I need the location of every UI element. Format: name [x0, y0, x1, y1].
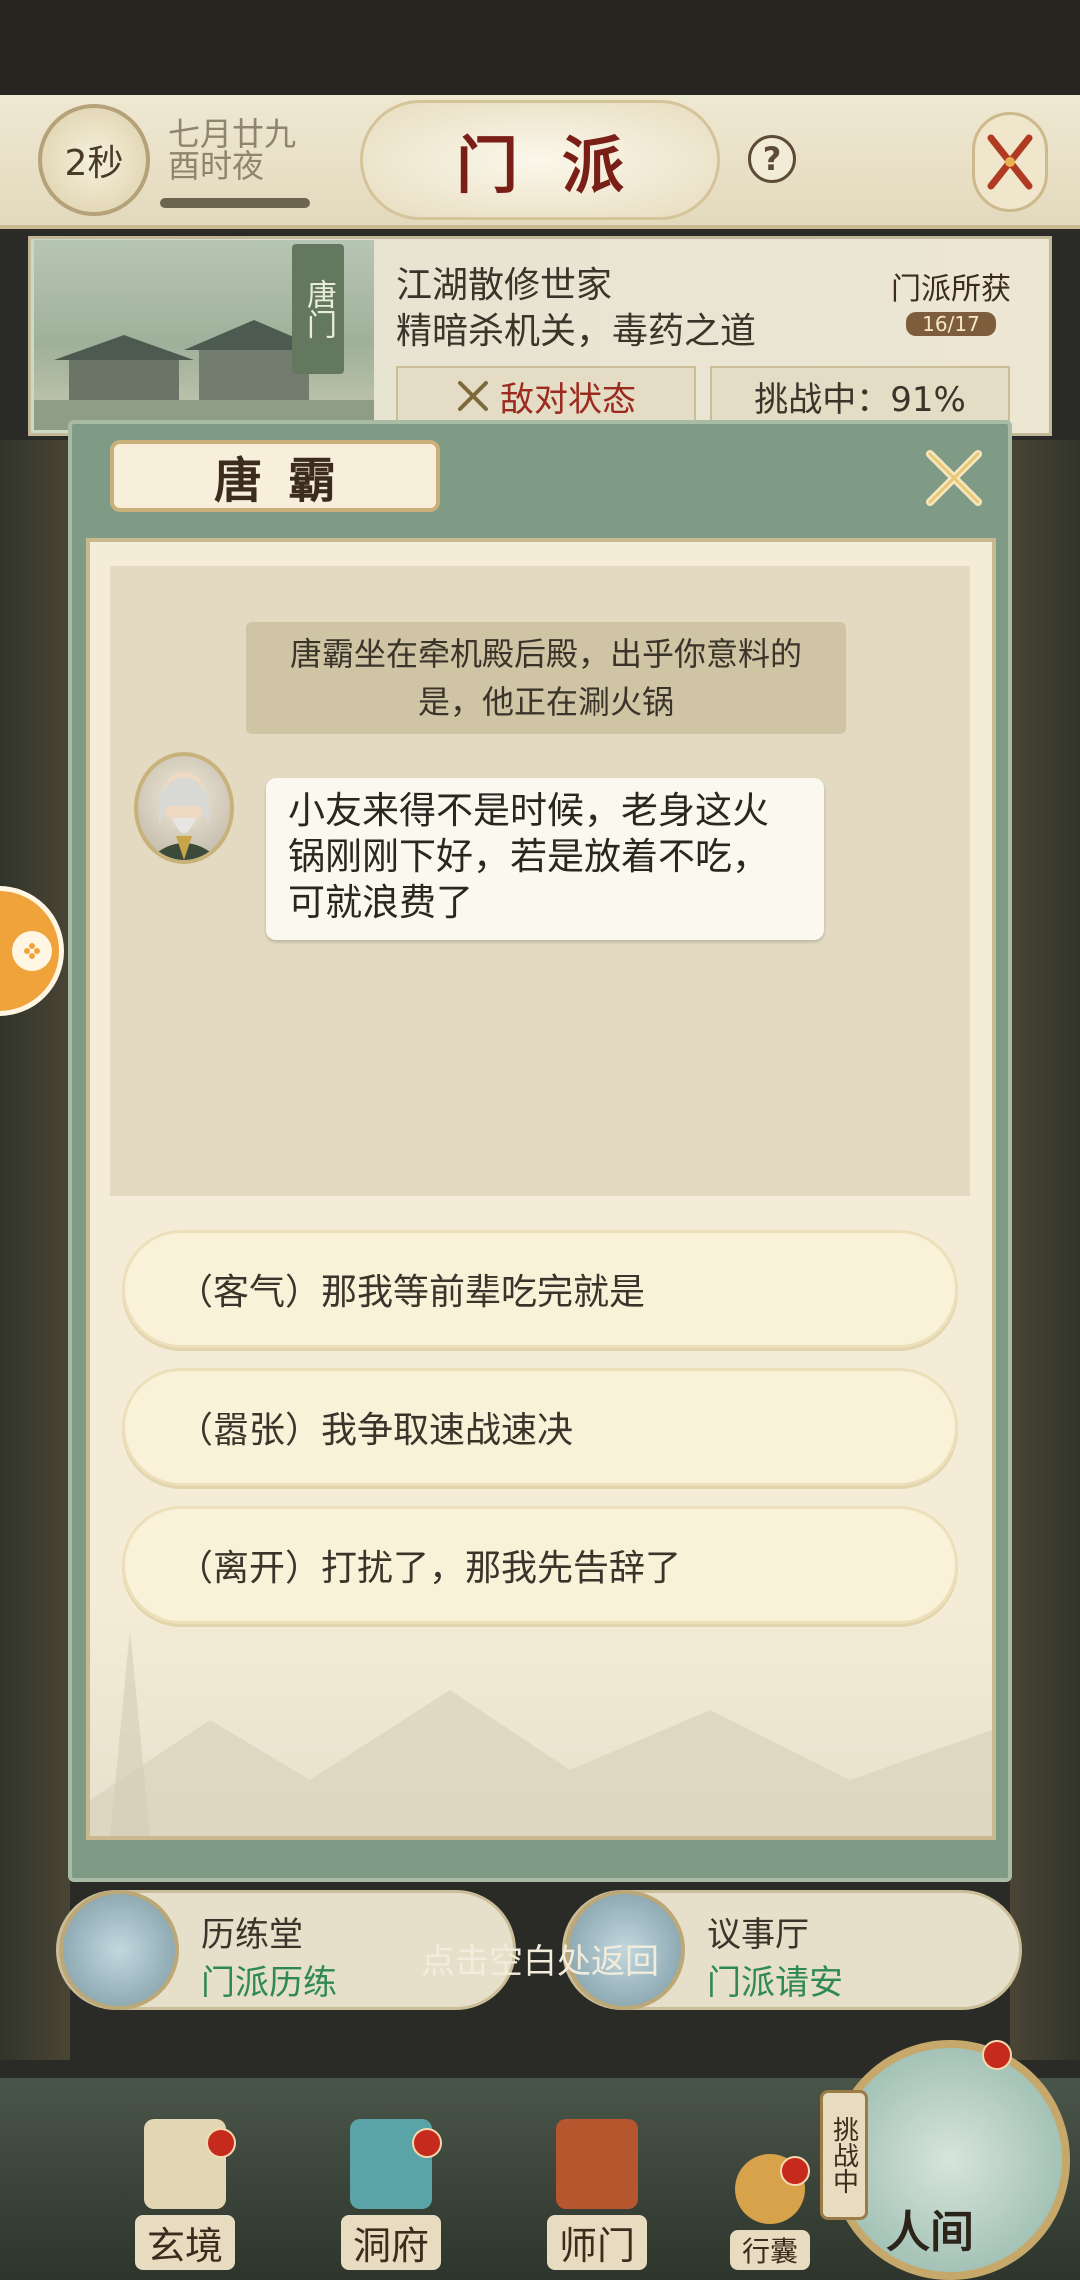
banner-icon	[556, 2119, 638, 2209]
crossed-swords-icon	[987, 134, 1033, 190]
nav-xingnang[interactable]: 行囊	[710, 2100, 830, 2270]
right-scenery-edge	[1010, 440, 1080, 2060]
sect-name-banner: 唐门	[292, 244, 344, 374]
mountains-illustration	[90, 1630, 992, 1836]
notification-dot	[982, 2040, 1012, 2070]
date-line1: 七月廿九	[168, 115, 297, 153]
nav-shimen-label: 师门	[546, 2215, 647, 2270]
date-line2: 酉时夜	[168, 147, 265, 185]
notification-dot	[206, 2128, 236, 2158]
sect-description-line1: 江湖散修世家	[396, 265, 613, 306]
page-title: 门派	[455, 129, 668, 202]
dialog-close-button[interactable]	[914, 438, 994, 518]
reward-label: 门派所获	[891, 272, 1011, 307]
nav-xuanjing[interactable]: 玄境	[110, 2100, 260, 2270]
hostile-status-label: 敌对状态	[500, 379, 636, 420]
challenge-progress-label: 挑战中：91%	[754, 379, 966, 420]
elder-portrait	[148, 772, 220, 860]
crossed-swords-icon	[458, 381, 488, 411]
close-icon	[926, 450, 982, 506]
challenge-progress-tab[interactable]: 挑战中：91%	[710, 366, 1010, 426]
narration-text: 唐霸坐在牵机殿后殿，出乎你意料的是，他正在涮火锅	[246, 622, 846, 734]
sect-reward-badge[interactable]: 门派所获 16/17	[878, 264, 1024, 354]
sect-description-line2: 精暗杀机关，毒药之道	[396, 311, 757, 352]
hostile-status-tab[interactable]: 敌对状态	[396, 366, 696, 426]
nav-shimen[interactable]: 师门	[522, 2100, 672, 2270]
dialog-option-polite[interactable]: （客气）那我等前辈吃完就是	[122, 1230, 958, 1348]
dialog-option-arrogant[interactable]: （嚣张）我争取速战速决	[122, 1368, 958, 1486]
tap-blank-to-return-hint: 点击空白处返回	[421, 1942, 659, 1982]
status-bar	[0, 0, 1080, 95]
time-progress-bar	[160, 198, 310, 208]
timer-badge: 2秒	[38, 104, 150, 216]
npc-name: 唐霸	[213, 453, 362, 509]
npc-speech-bubble: 小友来得不是时候，老身这火锅刚刚下好，若是放着不吃，可就浪费了	[266, 778, 824, 940]
dialog-option-leave[interactable]: （离开）打扰了，那我先告辞了	[122, 1506, 958, 1624]
game-date: 七月廿九 酉时夜	[168, 118, 296, 182]
npc-avatar	[134, 752, 234, 864]
left-scenery-edge	[0, 440, 70, 2060]
header-close-button[interactable]	[972, 112, 1048, 212]
notification-dot	[412, 2128, 442, 2158]
nav-dongfu-label: 洞府	[340, 2215, 441, 2270]
reward-count: 16/17	[906, 312, 996, 336]
nav-xingnang-label: 行囊	[729, 2230, 810, 2270]
mountain-ink-background	[90, 1600, 992, 1836]
nav-xuanjing-label: 玄境	[134, 2215, 235, 2270]
help-icon[interactable]: ?	[748, 135, 796, 183]
page-title-plaque: 门派	[360, 100, 720, 220]
npc-name-plaque: 唐霸	[110, 440, 440, 512]
gamepad-icon	[12, 931, 52, 971]
nav-dongfu[interactable]: 洞府	[316, 2100, 466, 2270]
renjian-label: 人间	[886, 2207, 974, 2258]
notification-dot	[780, 2156, 810, 2186]
